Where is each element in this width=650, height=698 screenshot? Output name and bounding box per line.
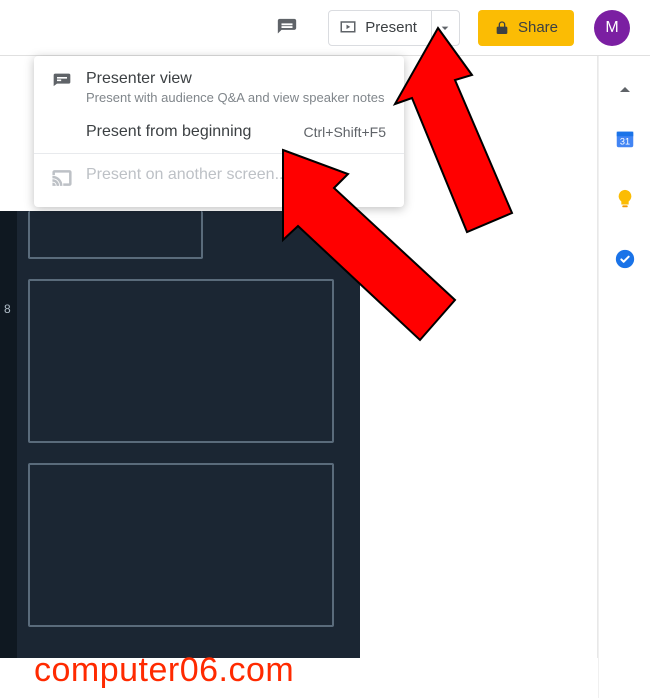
avatar-initial: M [605,19,618,37]
present-button-group: Present [328,10,460,46]
avatar[interactable]: M [594,10,630,46]
menu-item-present-another-screen: Present on another screen... [34,158,404,201]
slide-thumbnail[interactable] [28,211,203,259]
slide-thumbnail[interactable] [28,279,334,443]
comment-icon[interactable] [276,17,298,39]
tasks-icon[interactable] [614,248,636,270]
share-button[interactable]: Share [478,10,574,46]
menu-item-present-from-beginning[interactable]: Present from beginning Ctrl+Shift+F5 [34,115,404,149]
slide-thumbnail[interactable] [28,463,334,627]
calendar-icon[interactable]: 31 [614,128,636,150]
menu-item-label: Present from beginning [86,123,290,141]
keep-icon[interactable] [614,188,636,210]
menu-separator [34,153,404,154]
presenter-view-icon [52,70,72,97]
present-button[interactable]: Present [329,11,431,45]
share-button-label: Share [518,19,558,36]
menu-item-presenter-view[interactable]: Presenter view Present with audience Q&A… [34,62,404,115]
svg-text:31: 31 [619,137,629,147]
present-dropdown-menu: Presenter view Present with audience Q&A… [34,56,404,207]
menu-item-sublabel: Present with audience Q&A and view speak… [86,90,386,107]
top-toolbar: Present Share M [0,0,650,56]
blank-icon [52,123,72,125]
slide-number: 8 [4,302,11,316]
present-button-label: Present [365,19,417,36]
watermark: computer06.com [34,651,294,690]
menu-item-label: Present on another screen... [86,166,386,184]
slide-thumbnail-panel[interactable]: 8 [0,211,360,658]
side-panel-rail: 31 [598,56,650,698]
cast-icon [52,166,72,193]
chevron-down-icon[interactable] [613,78,637,102]
menu-item-shortcut: Ctrl+Shift+F5 [304,124,386,140]
present-dropdown-button[interactable] [431,11,459,45]
menu-item-label: Presenter view [86,70,386,88]
